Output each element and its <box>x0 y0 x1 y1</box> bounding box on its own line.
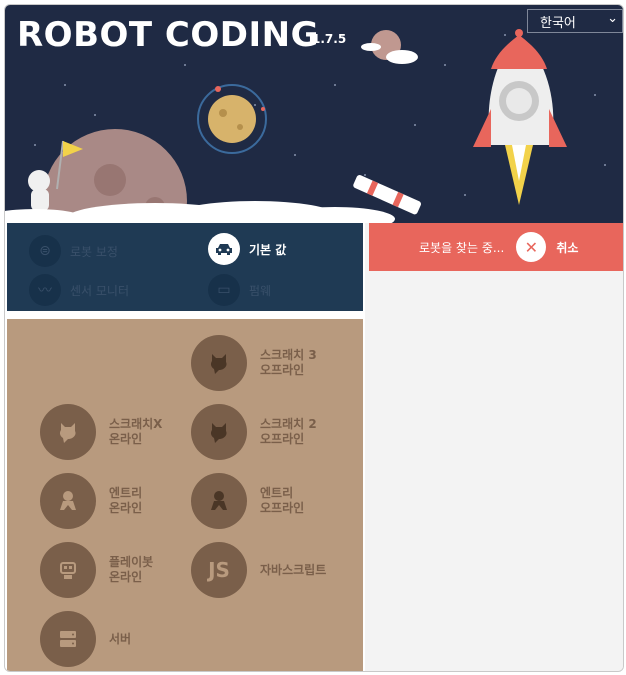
app-javascript[interactable]: JS 자바스크립트 <box>191 542 326 598</box>
left-panel: ⊜ 로봇 보정 기본 값 〰 센서 모니터 ▭ 펌웨 스크래치 3 오프라인 스… <box>5 223 365 671</box>
scratch-cat-icon <box>191 335 247 391</box>
app-scratch3-offline[interactable]: 스크래치 3 오프라인 <box>191 335 317 391</box>
app-scratch2-offline[interactable]: 스크래치 2 오프라인 <box>191 404 317 460</box>
app-label-line2: 오프라인 <box>260 363 305 377</box>
planet-icon <box>197 84 267 154</box>
rocket-icon <box>473 29 567 205</box>
firmware-icon: ▭ <box>208 274 240 306</box>
app-label-line2: 오프라인 <box>260 432 305 446</box>
app-label-line1: 서버 <box>109 631 132 646</box>
app-logo: ROBOT CODING <box>17 15 320 55</box>
menu-item-calibrate[interactable]: ⊜ 로봇 보정 <box>29 234 118 268</box>
app-launcher-grid: 스크래치 3 오프라인 스크래치X 온라인 스크래치 2 오프라인 엔트리 온라인 <box>7 319 363 671</box>
search-status-text: 로봇을 찾는 중... <box>419 240 505 255</box>
hero-banner: ROBOT CODING 1.7.5 한국어 ⌄ <box>5 5 623 223</box>
menu-item-defaults[interactable]: 기본 값 <box>208 232 286 266</box>
settings-menu: ⊜ 로봇 보정 기본 값 〰 센서 모니터 ▭ 펌웨 <box>7 223 363 311</box>
entry-icon <box>40 473 96 529</box>
app-label-line1: 스크래치 3 <box>260 348 317 362</box>
search-status-bar: 로봇을 찾는 중... ✕ 취소 <box>369 223 623 271</box>
playbot-icon <box>40 542 96 598</box>
scratch-cat-icon <box>191 404 247 460</box>
app-label-line1: 엔트리 <box>260 486 294 500</box>
js-icon: JS <box>191 542 247 598</box>
entry-icon <box>191 473 247 529</box>
menu-item-label: 센서 모니터 <box>70 283 130 298</box>
app-label-line1: 스크래치 2 <box>260 417 317 431</box>
server-icon <box>40 611 96 667</box>
chevron-down-icon: ⌄ <box>607 11 618 26</box>
app-entry-online[interactable]: 엔트리 온라인 <box>40 473 142 529</box>
menu-item-label: 펌웨 <box>249 283 272 298</box>
cancel-button[interactable]: 취소 <box>556 239 578 256</box>
app-label-line2: 온라인 <box>109 432 143 446</box>
chart-icon: 〰 <box>29 274 61 306</box>
app-label-line2: 온라인 <box>109 570 143 584</box>
app-label-line1: 플레이봇 <box>109 555 154 569</box>
language-select[interactable]: 한국어 ⌄ <box>527 9 623 33</box>
app-scratchx-online[interactable]: 스크래치X 온라인 <box>40 404 162 460</box>
app-label-line1: 엔트리 <box>109 486 143 500</box>
app-window: ROBOT CODING 1.7.5 한국어 ⌄ ⊜ 로봇 보정 기본 값 〰 … <box>4 4 624 672</box>
app-entry-offline[interactable]: 엔트리 오프라인 <box>191 473 304 529</box>
menu-item-firmware[interactable]: ▭ 펌웨 <box>208 273 271 307</box>
close-icon[interactable]: ✕ <box>516 232 547 262</box>
version-label: 1.7.5 <box>312 32 347 46</box>
car-icon <box>208 233 240 265</box>
app-label-line2: 온라인 <box>109 501 143 515</box>
language-value: 한국어 <box>540 16 576 31</box>
menu-item-label: 로봇 보정 <box>70 244 118 259</box>
menu-item-sensor-monitor[interactable]: 〰 센서 모니터 <box>29 273 129 307</box>
calibrate-icon: ⊜ <box>29 235 61 267</box>
app-playbot-online[interactable]: 플레이봇 온라인 <box>40 542 153 598</box>
menu-item-label: 기본 값 <box>249 242 287 257</box>
scratch-cat-icon <box>40 404 96 460</box>
robot-search-panel: 로봇을 찾는 중... ✕ 취소 <box>369 223 623 671</box>
app-label-line2: 오프라인 <box>260 501 305 515</box>
app-label-line1: 스크래치X <box>109 417 163 431</box>
app-label-line1: 자바스크립트 <box>260 562 327 577</box>
small-planet-icon <box>361 30 418 64</box>
app-server[interactable]: 서버 <box>40 611 131 667</box>
